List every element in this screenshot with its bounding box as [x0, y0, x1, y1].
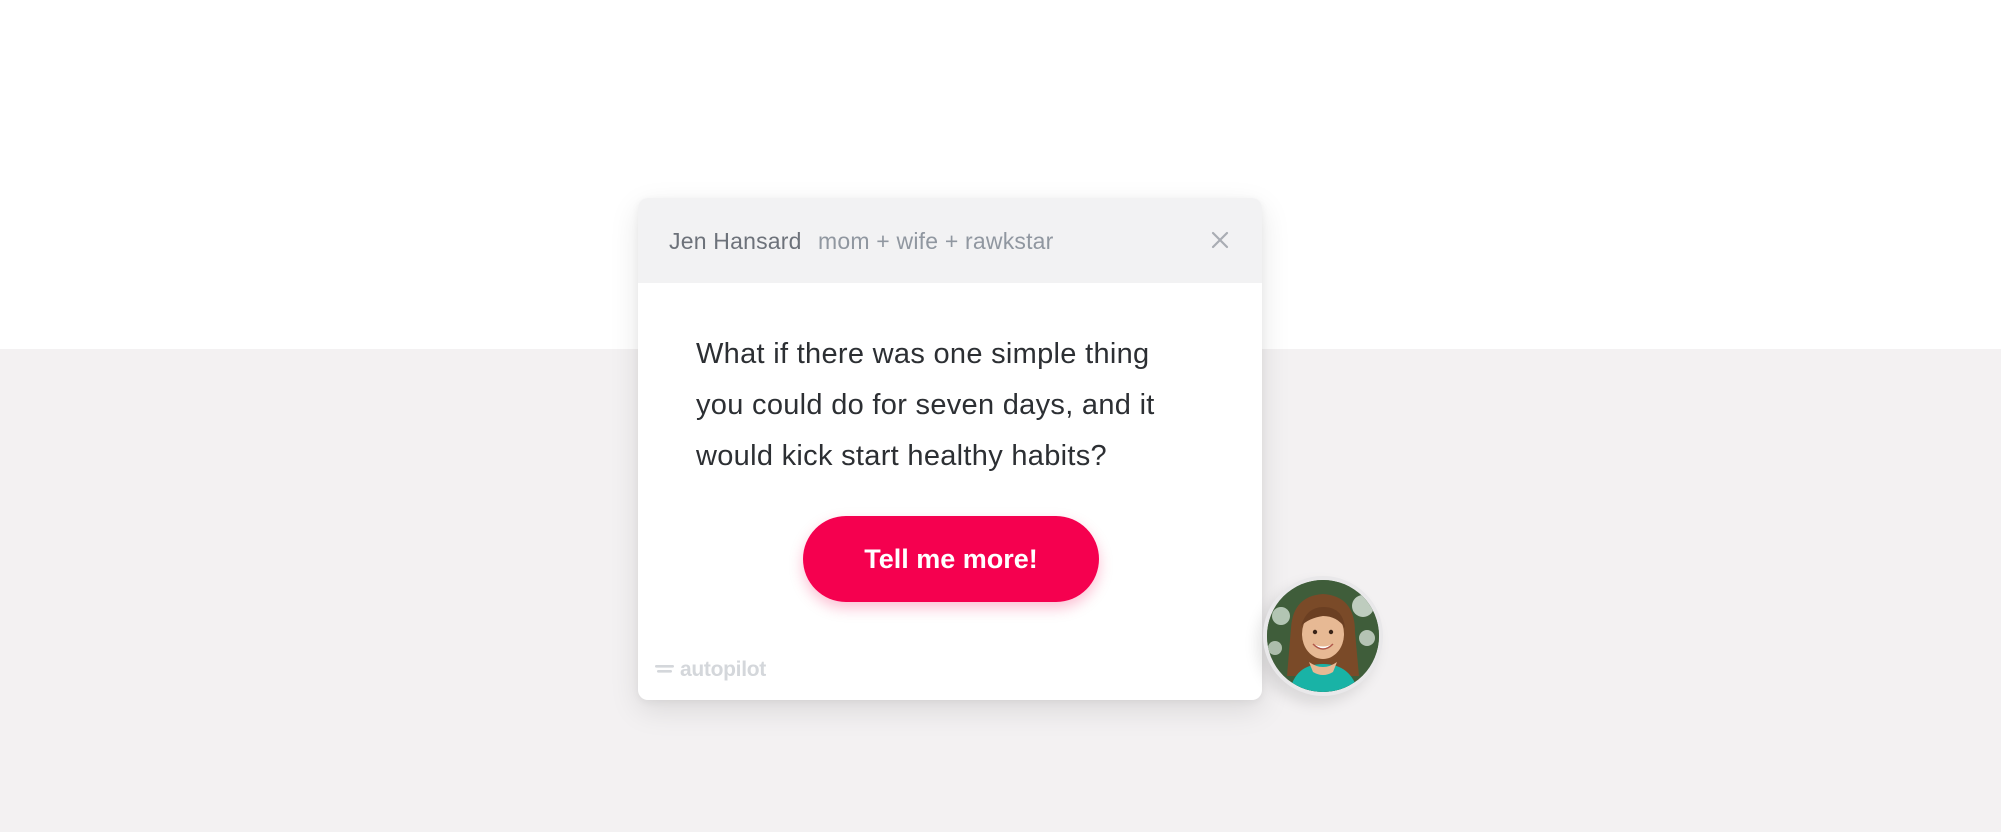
- message-line: What if there was one simple thing: [696, 338, 1150, 370]
- tell-me-more-button[interactable]: Tell me more!: [803, 516, 1099, 602]
- popup-message: What if there was one simple thing you c…: [696, 329, 1216, 482]
- message-line: would kick start healthy habits?: [696, 440, 1107, 472]
- sender-tagline: mom + wife + rawkstar: [818, 228, 1054, 254]
- branding-text: autopilot: [680, 658, 766, 681]
- popup-header: Jen Hansard mom + wife + rawkstar: [638, 198, 1262, 283]
- avatar[interactable]: [1263, 576, 1383, 696]
- close-button[interactable]: [1204, 224, 1236, 256]
- autopilot-logo-icon: [655, 665, 674, 673]
- autopilot-branding[interactable]: autopilot: [655, 658, 766, 682]
- message-line: you could do for seven days, and it: [696, 389, 1155, 421]
- avatar-photo: [1267, 580, 1379, 692]
- chat-popup: Jen Hansard mom + wife + rawkstar What i…: [638, 198, 1262, 700]
- close-icon: [1211, 231, 1229, 249]
- sender-name: Jen Hansard: [669, 228, 802, 254]
